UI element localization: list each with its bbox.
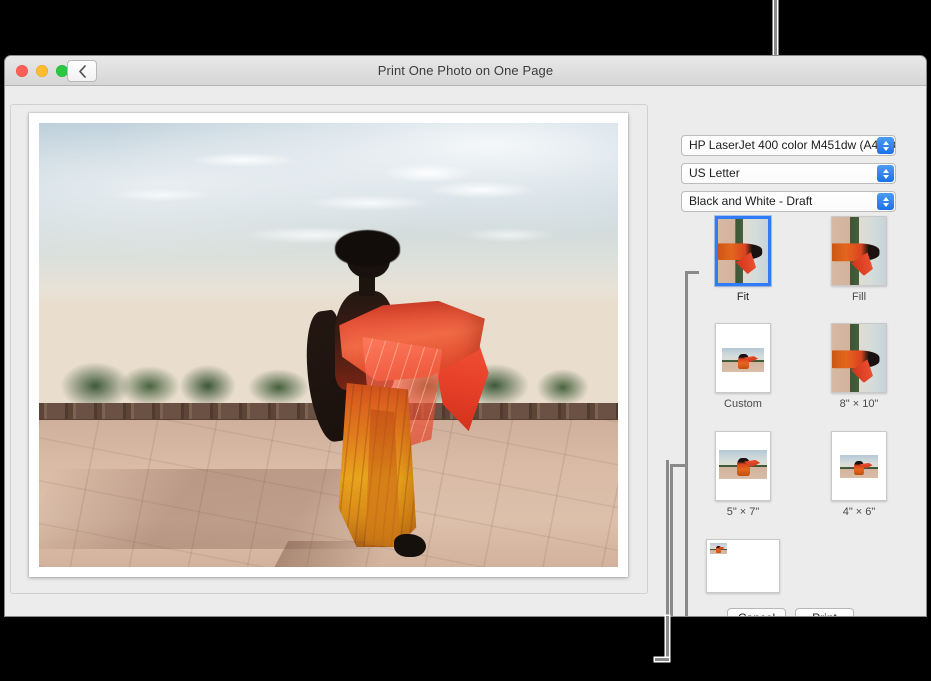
preset-thumbnail-grid: Fit Fill bbox=[691, 216, 919, 566]
window-title: Print One Photo on One Page bbox=[5, 56, 926, 86]
preset-thumbnail[interactable] bbox=[706, 539, 780, 593]
chevron-updown-icon bbox=[877, 165, 894, 182]
thumbnail-image bbox=[840, 455, 878, 478]
screenshot-root: Print One Photo on One Page bbox=[0, 0, 931, 681]
preset-label: Custom bbox=[695, 398, 791, 410]
preset-option-5x7[interactable]: 5" × 7" bbox=[695, 431, 791, 518]
preset-thumbnail[interactable] bbox=[831, 431, 887, 501]
thumbnail-image bbox=[722, 348, 764, 372]
preset-option-4x6[interactable]: 4" × 6" bbox=[811, 431, 907, 518]
preset-label: Fit bbox=[695, 291, 791, 303]
print-preview-pane bbox=[10, 104, 648, 594]
print-settings-panel: HP LaserJet 400 color M451dw (A4E7C1) US… bbox=[673, 86, 926, 615]
thumbnail-image bbox=[831, 323, 887, 392]
preset-thumbnail[interactable] bbox=[831, 216, 887, 286]
thumbnail-image bbox=[719, 450, 767, 479]
cancel-button[interactable]: Cancel bbox=[727, 608, 786, 616]
preset-option-fit[interactable]: Fit bbox=[695, 216, 791, 303]
preset-label: Fill bbox=[811, 291, 907, 303]
chevron-updown-icon bbox=[877, 137, 894, 154]
preset-label: 4" × 6" bbox=[811, 506, 907, 518]
quality-value: Black and White - Draft bbox=[689, 194, 812, 208]
preset-option-fill[interactable]: Fill bbox=[811, 216, 907, 303]
preview-page bbox=[29, 113, 628, 577]
print-button[interactable]: Print bbox=[795, 608, 854, 616]
preset-thumbnail[interactable] bbox=[715, 431, 771, 501]
quality-select[interactable]: Black and White - Draft bbox=[681, 191, 896, 212]
thumbnail-image bbox=[710, 543, 727, 554]
print-dialog-window: Print One Photo on One Page bbox=[5, 56, 926, 616]
preset-thumbnail[interactable] bbox=[715, 323, 771, 393]
preset-label: 8" × 10" bbox=[811, 398, 907, 410]
chevron-updown-icon bbox=[877, 193, 894, 210]
preset-thumbnail[interactable] bbox=[715, 216, 771, 286]
window-titlebar: Print One Photo on One Page bbox=[5, 56, 926, 86]
photo-figure bbox=[288, 238, 485, 567]
paper-size-select[interactable]: US Letter bbox=[681, 163, 896, 184]
printer-select[interactable]: HP LaserJet 400 color M451dw (A4E7C1) bbox=[681, 135, 896, 156]
preset-thumbnail[interactable] bbox=[831, 323, 887, 393]
preset-option-8x10[interactable]: 8" × 10" bbox=[811, 323, 907, 410]
preview-photo bbox=[39, 123, 618, 567]
preset-option-wallet[interactable] bbox=[695, 539, 791, 598]
window-body: HP LaserJet 400 color M451dw (A4E7C1) US… bbox=[5, 86, 926, 615]
printer-select-value: HP LaserJet 400 color M451dw (A4E7C1) bbox=[689, 138, 896, 152]
thumbnail-image bbox=[715, 219, 771, 283]
preset-label: 5" × 7" bbox=[695, 506, 791, 518]
preset-option-custom[interactable]: Custom bbox=[695, 323, 791, 410]
figure-hair bbox=[335, 230, 400, 266]
paper-size-value: US Letter bbox=[689, 166, 740, 180]
thumbnail-image bbox=[831, 216, 887, 285]
